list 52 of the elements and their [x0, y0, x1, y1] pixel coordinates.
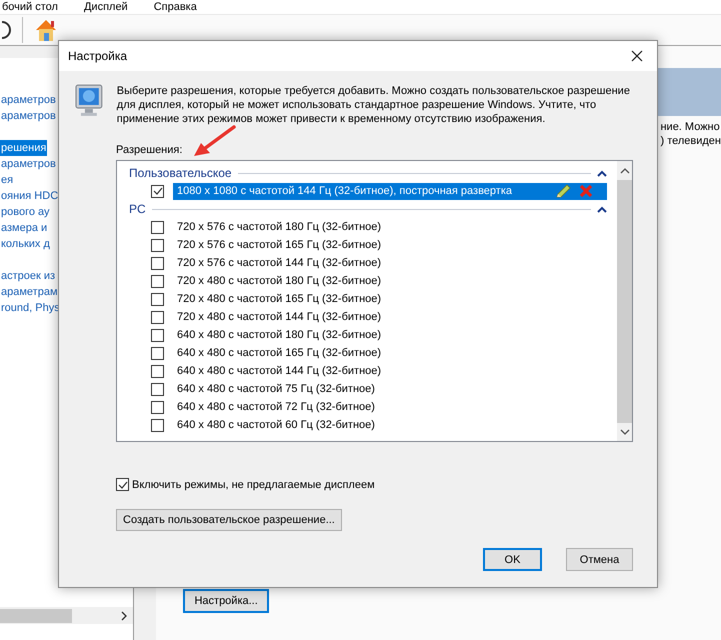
sidebar-link[interactable]: ояния HDC: [0, 188, 58, 204]
list-item[interactable]: 640 x 480 с частотой 180 Гц (32-битное): [173, 326, 607, 344]
item-label: 720 x 576 с частотой 165 Гц (32-битное): [177, 239, 382, 251]
item-label: 640 x 480 с частотой 75 Гц (32-битное): [177, 383, 375, 395]
list-item[interactable]: 1080 x 1080 с частотой 144 Гц (32-битное), построчная развертка: [173, 182, 607, 200]
item-label: 720 x 480 с частотой 165 Гц (32-битное): [177, 293, 382, 305]
sidebar-link[interactable]: кольких д: [0, 236, 50, 252]
list-item[interactable]: 640 x 480 с частотой 165 Гц (32-битное): [173, 344, 607, 362]
item-label: 720 x 480 с частотой 180 Гц (32-битное): [177, 275, 382, 287]
item-label: 640 x 480 с частотой 165 Гц (32-битное): [177, 347, 382, 359]
menu-item[interactable]: бочий стол: [2, 0, 58, 14]
sidebar-link[interactable]: азмера и: [0, 220, 48, 236]
sidebar-link[interactable]: араметрам: [0, 284, 58, 300]
list-item[interactable]: 720 x 576 с частотой 165 Гц (32-битное): [173, 236, 607, 254]
content-text: ) телевиден: [660, 134, 721, 148]
menu-item[interactable]: Дисплей: [84, 0, 128, 14]
sidebar-link[interactable]: араметров: [0, 92, 56, 108]
checkbox-label: Включить режимы, не предлагаемые дисплеем: [132, 478, 375, 490]
item-label: 640 x 480 с частотой 72 Гц (32-битное): [177, 401, 375, 413]
item-label: 720 x 576 с частотой 144 Гц (32-битное): [177, 257, 382, 269]
sidebar-link[interactable]: араметров: [0, 108, 56, 124]
list-item[interactable]: 720 x 480 с частотой 144 Гц (32-битное): [173, 308, 607, 326]
sidebar-link[interactable]: ея: [0, 172, 14, 188]
settings-button[interactable]: Настройка...: [183, 589, 269, 613]
description-text: Выберите разрешения, которые требуется добавить. Можно создать пользовательское разрешение для дисплея, который не может использовать стандартное разрешение Windows. Учтите, что применение этих режимов может привести к временному отсутствию изображения.: [116, 84, 631, 126]
list-item[interactable]: 720 x 576 с частотой 180 Гц (32-битное): [173, 218, 607, 236]
list-item[interactable]: 720 x 576 с частотой 144 Гц (32-битное): [173, 254, 607, 272]
dialog-title: Настройка: [68, 49, 128, 63]
content-text: ние. Можно: [660, 120, 721, 134]
list-item[interactable]: 720 x 480 с частотой 165 Гц (32-битное): [173, 290, 607, 308]
sidebar-link[interactable]: астроек из: [0, 268, 56, 284]
ok-button[interactable]: OK: [483, 548, 542, 571]
create-resolution-button[interactable]: Создать пользовательское разрешение...: [116, 509, 342, 531]
item-label: 640 x 480 с частотой 144 Гц (32-битное): [177, 365, 382, 377]
sidebar-link[interactable]: рового ау: [0, 204, 50, 220]
list-label: Разрешения:: [116, 143, 184, 157]
list-item[interactable]: 720 x 480 с частотой 180 Гц (32-битное): [173, 272, 607, 290]
item-label: 1080 x 1080 с частотой 144 Гц (32-битное), построчная развертка: [177, 185, 512, 197]
sidebar-link[interactable]: араметров: [0, 156, 56, 172]
list-item[interactable]: 640 x 480 с частотой 72 Гц (32-битное): [173, 398, 607, 416]
list-item[interactable]: 640 x 480 с частотой 60 Гц (32-битное): [173, 416, 607, 434]
cancel-button[interactable]: Отмена: [566, 548, 633, 571]
list-item[interactable]: 640 x 480 с частотой 144 Гц (32-битное): [173, 362, 607, 380]
group-header: PC: [129, 202, 146, 216]
sidebar-link[interactable]: решения: [0, 140, 48, 156]
menu-item[interactable]: Справка: [154, 0, 197, 14]
item-label: 640 x 480 с частотой 60 Гц (32-битное): [177, 419, 375, 431]
item-label: 720 x 480 с частотой 144 Гц (32-битное): [177, 311, 382, 323]
item-label: 720 x 576 с частотой 180 Гц (32-битное): [177, 221, 382, 233]
list-item[interactable]: 640 x 480 с частотой 75 Гц (32-битное): [173, 380, 607, 398]
group-header: Пользовательское: [129, 166, 232, 180]
item-label: 640 x 480 с частотой 180 Гц (32-битное): [177, 329, 382, 341]
